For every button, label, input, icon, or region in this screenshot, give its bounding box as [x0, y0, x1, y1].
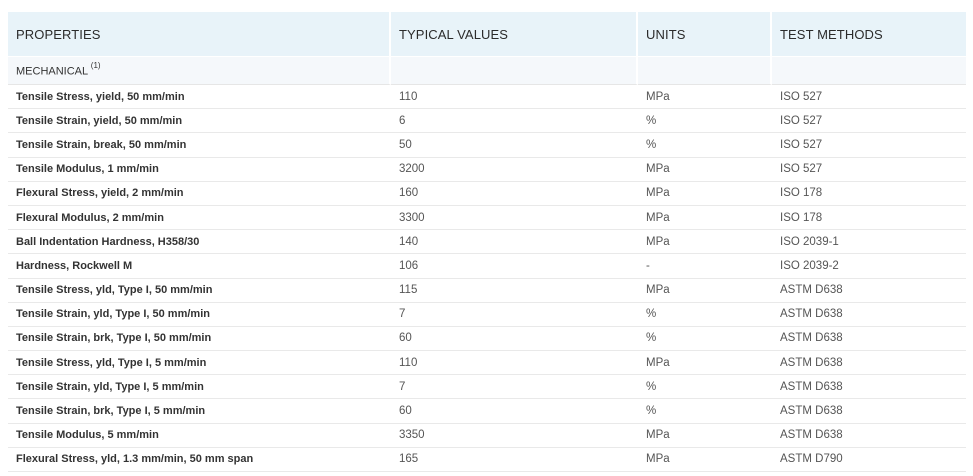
unit-cell: MPa	[638, 448, 772, 472]
test-method-cell: ASTM D638	[772, 375, 966, 400]
test-method-cell: ISO 527	[772, 85, 966, 110]
table-row: Flexural Modulus, 2 mm/min 3300 MPa ISO 178	[8, 206, 966, 231]
property-cell: Tensile Strain, yld, Type I, 50 mm/min	[8, 303, 391, 327]
properties-table: PROPERTIES TYPICAL VALUES UNITS TEST MET…	[8, 12, 966, 472]
typical-value-cell: 3200	[391, 158, 638, 182]
typical-value-cell: 140	[391, 230, 638, 255]
section-empty-cell	[391, 57, 638, 85]
typical-value-cell: 7	[391, 375, 638, 400]
property-cell: Tensile Stress, yield, 50 mm/min	[8, 85, 391, 110]
property-cell: Tensile Strain, brk, Type I, 5 mm/min	[8, 399, 391, 424]
table-row: Hardness, Rockwell M 106- ISO 2039-2	[8, 254, 966, 279]
test-method-cell: ASTM D638	[772, 399, 966, 424]
unit-cell: MPa	[638, 85, 772, 110]
test-method-cell: ISO 2039-1	[772, 230, 966, 255]
typical-value-cell: 3300	[391, 206, 638, 231]
property-cell: Flexural Modulus, 2 mm/min	[8, 206, 391, 231]
properties-table-container: PROPERTIES TYPICAL VALUES UNITS TEST MET…	[8, 12, 966, 472]
section-label-text: MECHANICAL	[16, 65, 88, 78]
unit-cell: %	[638, 109, 772, 134]
test-method-cell: ASTM D638	[772, 424, 966, 448]
unit-cell: %	[638, 303, 772, 327]
typical-value-cell: 110	[391, 85, 638, 110]
typical-value-cell: 106	[391, 254, 638, 279]
unit-cell: -	[638, 254, 772, 279]
table-row: Tensile Strain, brk, Type I, 50 mm/min 60…	[8, 327, 966, 352]
property-cell: Tensile Stress, yld, Type I, 50 mm/min	[8, 279, 391, 303]
unit-cell: MPa	[638, 424, 772, 448]
test-method-cell: ASTM D790	[772, 448, 966, 472]
property-cell: Tensile Stress, yld, Type I, 5 mm/min	[8, 351, 391, 376]
unit-cell: MPa	[638, 182, 772, 206]
section-empty-cell	[638, 57, 772, 85]
unit-cell: MPa	[638, 279, 772, 303]
table-body: MECHANICAL (1) Tensile Stress, yield, 50…	[8, 57, 966, 472]
header-properties: PROPERTIES	[8, 12, 391, 57]
property-cell: Tensile Strain, brk, Type I, 50 mm/min	[8, 327, 391, 352]
table-row: Ball Indentation Hardness, H358/30 140 MPa…	[8, 230, 966, 255]
test-method-cell: ISO 527	[772, 133, 966, 158]
typical-value-cell: 115	[391, 279, 638, 303]
property-cell: Ball Indentation Hardness, H358/30	[8, 230, 391, 255]
table-row: Tensile Strain, yld, Type I, 5 mm/min 7% A…	[8, 375, 966, 400]
typical-value-cell: 110	[391, 351, 638, 376]
test-method-cell: ASTM D638	[772, 351, 966, 376]
table-row: Flexural Stress, yield, 2 mm/min 160 MPa IS…	[8, 182, 966, 206]
property-cell: Tensile Strain, yld, Type I, 5 mm/min	[8, 375, 391, 400]
table-row: Tensile Strain, yld, Type I, 50 mm/min 7%…	[8, 303, 966, 327]
table-row: Flexural Stress, yld, 1.3 mm/min, 50 mm …	[8, 448, 966, 472]
table-header: PROPERTIES TYPICAL VALUES UNITS TEST MET…	[8, 12, 966, 57]
table-row: Tensile Stress, yld, Type I, 5 mm/min 110…	[8, 351, 966, 376]
test-method-cell: ISO 178	[772, 182, 966, 206]
property-cell: Tensile Modulus, 1 mm/min	[8, 158, 391, 182]
property-cell: Tensile Strain, break, 50 mm/min	[8, 133, 391, 158]
typical-value-cell: 160	[391, 182, 638, 206]
test-method-cell: ISO 2039-2	[772, 254, 966, 279]
typical-value-cell: 165	[391, 448, 638, 472]
unit-cell: MPa	[638, 206, 772, 231]
typical-value-cell: 50	[391, 133, 638, 158]
table-row: Tensile Stress, yld, Type I, 50 mm/min 11…	[8, 279, 966, 303]
test-method-cell: ASTM D638	[772, 327, 966, 352]
table-row: Tensile Strain, break, 50 mm/min 50% ISO 5…	[8, 133, 966, 158]
table-row: Tensile Modulus, 5 mm/min 3350 MPa ASTM D63…	[8, 424, 966, 448]
property-cell: Hardness, Rockwell M	[8, 254, 391, 279]
unit-cell: %	[638, 133, 772, 158]
table-row: Tensile Modulus, 1 mm/min 3200 MPa ISO 527	[8, 158, 966, 182]
header-units: UNITS	[638, 12, 772, 57]
header-test-methods: TEST METHODS	[772, 12, 966, 57]
typical-value-cell: 7	[391, 303, 638, 327]
section-empty-cell	[772, 57, 966, 85]
typical-value-cell: 60	[391, 399, 638, 424]
unit-cell: MPa	[638, 230, 772, 255]
test-method-cell: ISO 178	[772, 206, 966, 231]
unit-cell: MPa	[638, 158, 772, 182]
header-typical-values: TYPICAL VALUES	[391, 12, 638, 57]
property-cell: Flexural Stress, yld, 1.3 mm/min, 50 mm …	[8, 448, 391, 472]
property-cell: Flexural Stress, yield, 2 mm/min	[8, 182, 391, 206]
unit-cell: %	[638, 399, 772, 424]
section-footnote: (1)	[90, 61, 101, 71]
unit-cell: %	[638, 375, 772, 400]
section-row-mechanical: MECHANICAL (1)	[8, 57, 966, 85]
test-method-cell: ASTM D638	[772, 279, 966, 303]
typical-value-cell: 60	[391, 327, 638, 352]
table-row: Tensile Strain, brk, Type I, 5 mm/min 60%…	[8, 399, 966, 424]
typical-value-cell: 3350	[391, 424, 638, 448]
table-row: Tensile Stress, yield, 50 mm/min 110 MPa IS…	[8, 85, 966, 110]
header-row: PROPERTIES TYPICAL VALUES UNITS TEST MET…	[8, 12, 966, 57]
test-method-cell: ISO 527	[772, 158, 966, 182]
test-method-cell: ASTM D638	[772, 303, 966, 327]
typical-value-cell: 6	[391, 109, 638, 134]
unit-cell: MPa	[638, 351, 772, 376]
section-label: MECHANICAL (1)	[8, 57, 391, 85]
unit-cell: %	[638, 327, 772, 352]
test-method-cell: ISO 527	[772, 109, 966, 134]
property-cell: Tensile Strain, yield, 50 mm/min	[8, 109, 391, 134]
table-row: Tensile Strain, yield, 50 mm/min 6% ISO 52…	[8, 109, 966, 134]
property-cell: Tensile Modulus, 5 mm/min	[8, 424, 391, 448]
